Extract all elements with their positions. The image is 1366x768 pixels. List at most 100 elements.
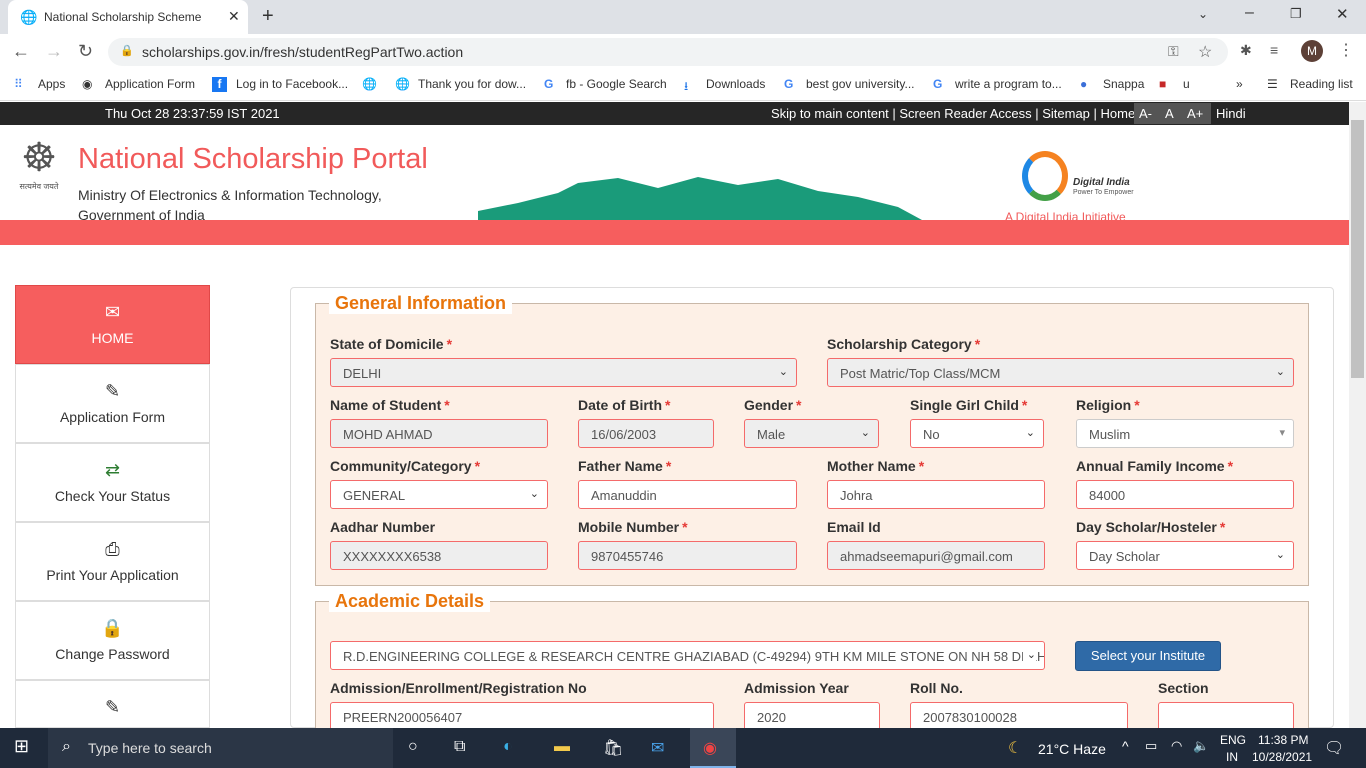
section-label: Section: [1158, 680, 1209, 696]
search-icon: ⌕: [62, 738, 71, 755]
bookmark-apps[interactable]: Apps: [38, 77, 65, 91]
mail-icon[interactable]: ✉: [651, 738, 664, 758]
font-normal-button[interactable]: A: [1165, 106, 1174, 121]
income-input[interactable]: 84000: [1076, 480, 1294, 509]
bookmark-downloads[interactable]: Downloads: [706, 77, 765, 91]
star-icon[interactable]: ☆: [1198, 42, 1212, 62]
admission-input[interactable]: PREERN200056407: [330, 702, 714, 731]
bookmark-write-program[interactable]: write a program to...: [955, 77, 1062, 91]
sidebar-item-edit[interactable]: ✎: [15, 680, 210, 728]
accessibility-bar: Thu Oct 28 23:37:59 IST 2021 Skip to mai…: [0, 102, 1349, 125]
page-scrollbar[interactable]: [1349, 102, 1366, 728]
sidebar-item-home[interactable]: ✉ HOME: [15, 285, 210, 364]
bookmark-snappa[interactable]: Snappa: [1103, 77, 1144, 91]
battery-icon[interactable]: ▭: [1145, 738, 1157, 754]
wifi-icon[interactable]: ◠: [1171, 738, 1182, 754]
accessibility-links[interactable]: Skip to main content | Screen Reader Acc…: [771, 106, 1142, 121]
facebook-icon: f: [212, 77, 227, 92]
store-icon[interactable]: 🛍: [603, 738, 623, 758]
avatar[interactable]: M: [1301, 40, 1323, 62]
religion-label: Religion *: [1076, 397, 1140, 413]
portal-title[interactable]: National Scholarship Portal: [78, 143, 428, 176]
weather-text[interactable]: 21°C Haze: [1038, 741, 1106, 757]
close-tab-icon[interactable]: ✕: [228, 8, 240, 25]
tab-title: National Scholarship Scheme: [44, 10, 202, 24]
new-tab-icon[interactable]: +: [262, 5, 274, 28]
edit-icon: ✎: [104, 381, 121, 401]
volume-icon[interactable]: 🔈: [1193, 738, 1209, 754]
mother-name-input[interactable]: Johra: [827, 480, 1045, 509]
task-view-icon[interactable]: ⧉: [454, 738, 465, 756]
institute-select[interactable]: R.D.ENGINEERING COLLEGE & RESEARCH CENTR…: [330, 641, 1045, 670]
close-window-icon[interactable]: ✕: [1336, 5, 1349, 23]
sidebar-item-change-password[interactable]: 🔒 Change Password: [15, 601, 210, 680]
bookmark-application-form[interactable]: Application Form: [105, 77, 195, 91]
minimize-icon[interactable]: –: [1245, 4, 1254, 22]
bookmark-facebook[interactable]: Log in to Facebook...: [236, 77, 348, 91]
roll-input[interactable]: 2007830100028: [910, 702, 1128, 731]
exchange-icon: ⇄: [104, 460, 121, 480]
media-icon[interactable]: ≡: [1270, 42, 1278, 58]
forward-icon[interactable]: →: [45, 41, 63, 62]
extensions-icon[interactable]: ✱: [1240, 42, 1252, 59]
email-label: Email Id: [827, 519, 881, 535]
reload-icon[interactable]: ↻: [78, 41, 93, 62]
notifications-icon[interactable]: 🗨: [1324, 738, 1344, 758]
admission-year-input[interactable]: 2020: [744, 702, 880, 731]
bookmark-u[interactable]: u: [1183, 77, 1190, 91]
email-input[interactable]: ahmadseemapuri@gmail.com: [827, 541, 1045, 570]
graduates-illustration: [478, 177, 922, 220]
select-institute-button[interactable]: Select your Institute: [1075, 641, 1221, 671]
language-indicator[interactable]: ENG: [1220, 733, 1246, 747]
key-icon[interactable]: ⚿: [1168, 43, 1179, 60]
religion-select[interactable]: Muslim ▾: [1076, 419, 1294, 448]
restore-icon[interactable]: ❐: [1290, 6, 1302, 22]
admission-label: Admission/Enrollment/Registration No: [330, 680, 587, 696]
gender-label: Gender *: [744, 397, 802, 413]
scrollbar-thumb[interactable]: [1351, 120, 1364, 378]
language-region[interactable]: IN: [1226, 750, 1238, 764]
more-bookmarks-icon[interactable]: »: [1236, 77, 1243, 91]
chevron-up-icon[interactable]: ^: [1122, 738, 1129, 754]
bookmark-fb-search[interactable]: fb - Google Search: [566, 77, 667, 91]
back-icon[interactable]: ←: [12, 41, 30, 62]
font-decrease-button[interactable]: A-: [1139, 106, 1152, 121]
edit-icon: ✎: [104, 697, 121, 717]
sidebar-item-application-form[interactable]: ✎ Application Form: [15, 364, 210, 443]
clock-time[interactable]: 11:38 PM: [1258, 733, 1308, 747]
reading-list[interactable]: Reading list: [1290, 77, 1353, 91]
mobile-input[interactable]: 9870455746: [578, 541, 797, 570]
tab-search-icon[interactable]: ⌄: [1198, 7, 1208, 21]
day-scholar-select[interactable]: Day Scholar ⌄: [1076, 541, 1294, 570]
section-input[interactable]: [1158, 702, 1294, 731]
globe-bookmark-icon[interactable]: 🌐: [362, 77, 377, 91]
sidebar-item-print-application[interactable]: ⎙ Print Your Application: [15, 522, 210, 601]
gender-select[interactable]: Male ⌄: [744, 419, 879, 448]
chrome-taskbar-button[interactable]: ◉: [690, 728, 736, 768]
clock-date[interactable]: 10/28/2021: [1252, 750, 1312, 764]
single-girl-child-select[interactable]: No ⌄: [910, 419, 1044, 448]
cortana-icon[interactable]: ○: [408, 738, 418, 756]
taskbar-search[interactable]: ⌕ Type here to search: [48, 728, 393, 768]
name-input[interactable]: MOHD AHMAD: [330, 419, 548, 448]
day-scholar-label: Day Scholar/Hosteler *: [1076, 519, 1226, 535]
sidebar-label: Check Your Status: [54, 488, 171, 504]
bookmark-thank-you[interactable]: Thank you for dow...: [418, 77, 526, 91]
browser-tab[interactable]: 🌐 National Scholarship Scheme ✕: [8, 0, 248, 34]
dob-input[interactable]: 16/06/2003: [578, 419, 714, 448]
sidebar-item-check-status[interactable]: ⇄ Check Your Status: [15, 443, 210, 522]
windows-start-icon[interactable]: ⊞: [14, 736, 29, 757]
community-select[interactable]: GENERAL ⌄: [330, 480, 548, 509]
edge-icon[interactable]: ◐: [503, 738, 513, 756]
address-bar[interactable]: 🔒 scholarships.gov.in/fresh/studentRegPa…: [108, 38, 1228, 66]
aadhar-input[interactable]: XXXXXXXX6538: [330, 541, 548, 570]
category-select[interactable]: Post Matric/Top Class/MCM ⌄: [827, 358, 1294, 387]
hindi-link[interactable]: Hindi: [1216, 106, 1246, 121]
menu-icon[interactable]: ⋮: [1338, 40, 1354, 60]
bookmark-best-gov[interactable]: best gov university...: [806, 77, 915, 91]
font-increase-button[interactable]: A+: [1187, 106, 1203, 121]
state-select[interactable]: DELHI ⌄: [330, 358, 797, 387]
envelope-icon: ✉: [104, 302, 121, 322]
file-explorer-icon[interactable]: ▬: [554, 738, 570, 756]
father-name-input[interactable]: Amanuddin: [578, 480, 797, 509]
